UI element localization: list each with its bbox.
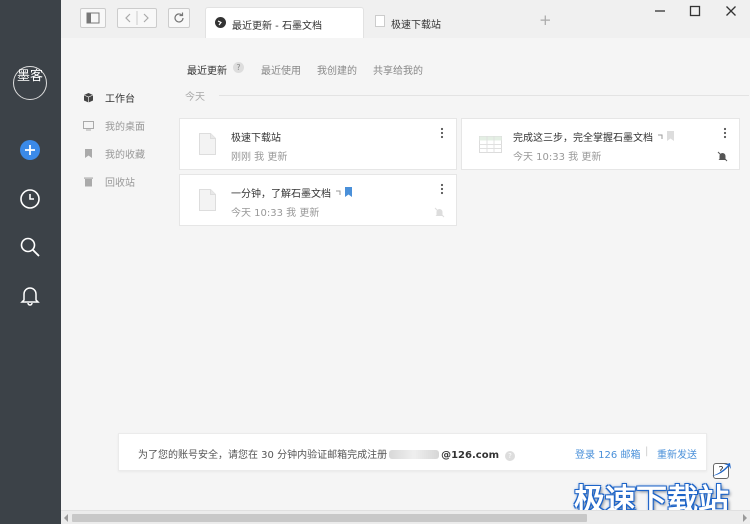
mute-bell-icon[interactable] — [434, 207, 445, 218]
sidebar-item-favorites[interactable]: 我的收藏 — [83, 145, 145, 161]
sidebar-item-trash[interactable]: 回收站 — [83, 173, 135, 189]
scroll-right-icon[interactable] — [742, 514, 748, 522]
add-icon[interactable] — [19, 139, 41, 161]
file-meta: 今天 10:33 我 更新 — [513, 152, 602, 163]
tab-recent-used[interactable]: 最近使用 — [261, 62, 301, 77]
search-icon[interactable] — [19, 236, 41, 258]
tab-shimo[interactable]: 最近更新 - 石墨文档 — [205, 7, 364, 38]
file-meta: 今天 10:33 我 更新 — [231, 208, 320, 219]
box-icon — [83, 92, 94, 102]
page-icon — [375, 15, 385, 27]
sidebar-item-label: 我的收藏 — [105, 149, 145, 161]
sidebar-item-desktop[interactable]: 我的桌面 — [83, 117, 145, 133]
close-icon[interactable] — [724, 4, 738, 18]
scroll-left-icon[interactable] — [63, 514, 69, 522]
clock-icon[interactable] — [19, 188, 41, 210]
scrollbar-thumb[interactable] — [72, 514, 587, 522]
tab-label: 极速下载站 — [391, 20, 441, 31]
more-icon[interactable] — [440, 127, 444, 139]
app-logo[interactable]: 墨客 — [13, 66, 47, 100]
horizontal-scrollbar[interactable] — [61, 510, 750, 524]
tab-created-by-me[interactable]: 我创建的 — [317, 62, 357, 77]
more-icon[interactable] — [440, 183, 444, 195]
more-icon[interactable] — [723, 127, 727, 139]
main-content: 工作台 我的桌面 我的收藏 回收站 最近更新 ? 最近使用 我创建的 共享给我的… — [61, 38, 750, 510]
reload-icon — [174, 12, 184, 23]
help-icon[interactable]: ? — [504, 451, 515, 461]
mute-bell-icon[interactable] — [717, 151, 728, 162]
redacted-email — [389, 450, 440, 459]
nav-button-group — [117, 8, 157, 28]
file-meta: 刚刚 我 更新 — [231, 152, 288, 163]
link-icon — [658, 134, 663, 139]
tab-recent-updates[interactable]: 最近更新 — [187, 62, 227, 77]
back-forward-icon[interactable] — [118, 9, 156, 27]
bookmark-icon[interactable] — [345, 187, 353, 197]
file-card[interactable]: 完成这三步，完全掌握石墨文档 今天 10:33 我 更新 — [461, 118, 740, 170]
sidebar-item-label: 我的桌面 — [105, 121, 145, 133]
file-title: 极速下载站 — [231, 133, 281, 144]
doc-icon — [199, 189, 216, 211]
sidebar-item-label: 回收站 — [105, 177, 135, 189]
file-title: 完成这三步，完全掌握石墨文档 — [513, 129, 675, 144]
file-card[interactable]: 一分钟，了解石墨文档 今天 10:33 我 更新 — [179, 174, 457, 226]
file-title: 一分钟，了解石墨文档 — [231, 185, 353, 200]
reload-button[interactable] — [168, 8, 190, 28]
maximize-icon[interactable] — [688, 4, 702, 18]
sheet-icon — [479, 136, 502, 153]
link-icon — [336, 190, 341, 195]
bookmark-icon — [667, 131, 675, 141]
sidebar-item-label: 工作台 — [105, 93, 135, 105]
trash-icon — [84, 177, 93, 186]
link-separator: | — [645, 446, 649, 457]
file-card[interactable]: 极速下载站 刚刚 我 更新 — [179, 118, 457, 170]
tab-download[interactable]: 极速下载站 — [370, 7, 520, 38]
help-icon[interactable]: ? — [233, 62, 244, 73]
resend-link[interactable]: 重新发送 — [657, 446, 697, 461]
new-tab-button[interactable]: + — [539, 11, 552, 29]
shimo-favicon-icon — [215, 17, 226, 28]
sidebar-item-workbench[interactable]: 工作台 — [83, 89, 135, 105]
content-tabs: 最近更新 ? 最近使用 我创建的 共享给我的 — [187, 62, 439, 77]
login-mailbox-link[interactable]: 登录 126 邮箱 — [575, 446, 640, 461]
app-rail: 墨客 — [0, 0, 61, 524]
title-bar: 最近更新 - 石墨文档 极速下载站 + — [61, 0, 750, 38]
tab-label: 最近更新 - 石墨文档 — [232, 21, 322, 32]
bell-icon[interactable] — [19, 284, 41, 306]
tab-shared-with-me[interactable]: 共享给我的 — [373, 62, 423, 77]
email-verification-notice: 为了您的账号安全，请您在 30 分钟内验证邮箱完成注册 @126.com? 登录 … — [118, 433, 707, 471]
sidebar-toggle-button[interactable] — [80, 8, 106, 28]
bookmark-icon — [85, 148, 92, 158]
doc-icon — [199, 133, 216, 155]
minimize-icon[interactable] — [653, 4, 667, 18]
section-label-today: 今天 — [185, 92, 205, 103]
panel-icon — [86, 12, 100, 24]
notice-text: 为了您的账号安全，请您在 30 分钟内验证邮箱完成注册 @126.com? — [138, 446, 515, 461]
desktop-icon — [83, 120, 94, 130]
section-divider — [219, 95, 749, 96]
